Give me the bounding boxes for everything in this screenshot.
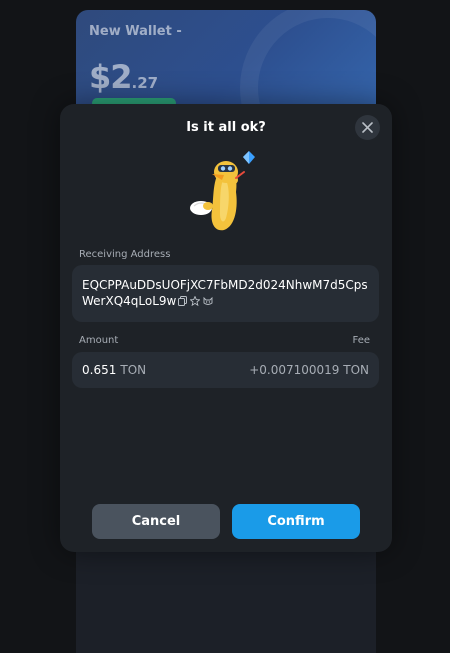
close-icon (362, 122, 373, 133)
close-button[interactable] (355, 115, 380, 140)
amount-unit: TON (120, 363, 147, 377)
wallet-balance-whole: $2 (89, 58, 133, 96)
duck-sticker (190, 151, 255, 231)
cancel-button[interactable]: Cancel (92, 504, 220, 539)
fee-label: Fee (352, 335, 370, 346)
amount-value: 0.651 (82, 363, 117, 377)
explorer-icon[interactable] (203, 294, 213, 310)
receiving-address-label: Receiving Address (79, 249, 171, 260)
amount-label: Amount (79, 335, 119, 346)
receiving-address-text: EQCPPAuDDsUOFjXC7FbMD2d024NhwM7d5CpsWerX… (82, 277, 370, 310)
receiving-address-value[interactable]: EQCPPAuDDsUOFjXC7FbMD2d024NhwM7d5CpsWerX… (82, 278, 368, 308)
wallet-balance: $2.27 (89, 58, 158, 96)
amount-value-row: 0.651 TON (82, 363, 146, 377)
star-icon[interactable] (189, 294, 202, 310)
fee-value: +0.007100019 TON (249, 363, 369, 377)
confirm-button[interactable]: Confirm (232, 504, 360, 539)
receiving-address-field: EQCPPAuDDsUOFjXC7FbMD2d024NhwM7d5CpsWerX… (72, 265, 379, 322)
amount-field: 0.651 TON +0.007100019 TON (72, 352, 379, 388)
wallet-title: New Wallet - (89, 24, 182, 39)
confirm-transfer-modal: Is it all ok? Receiving Address EQCPPAuD… (60, 104, 392, 552)
wallet-balance-cents: .27 (131, 74, 159, 92)
copy-icon[interactable] (178, 294, 188, 310)
address-actions (178, 294, 216, 310)
modal-title: Is it all ok? (186, 120, 266, 135)
diamond-icon (243, 151, 255, 164)
